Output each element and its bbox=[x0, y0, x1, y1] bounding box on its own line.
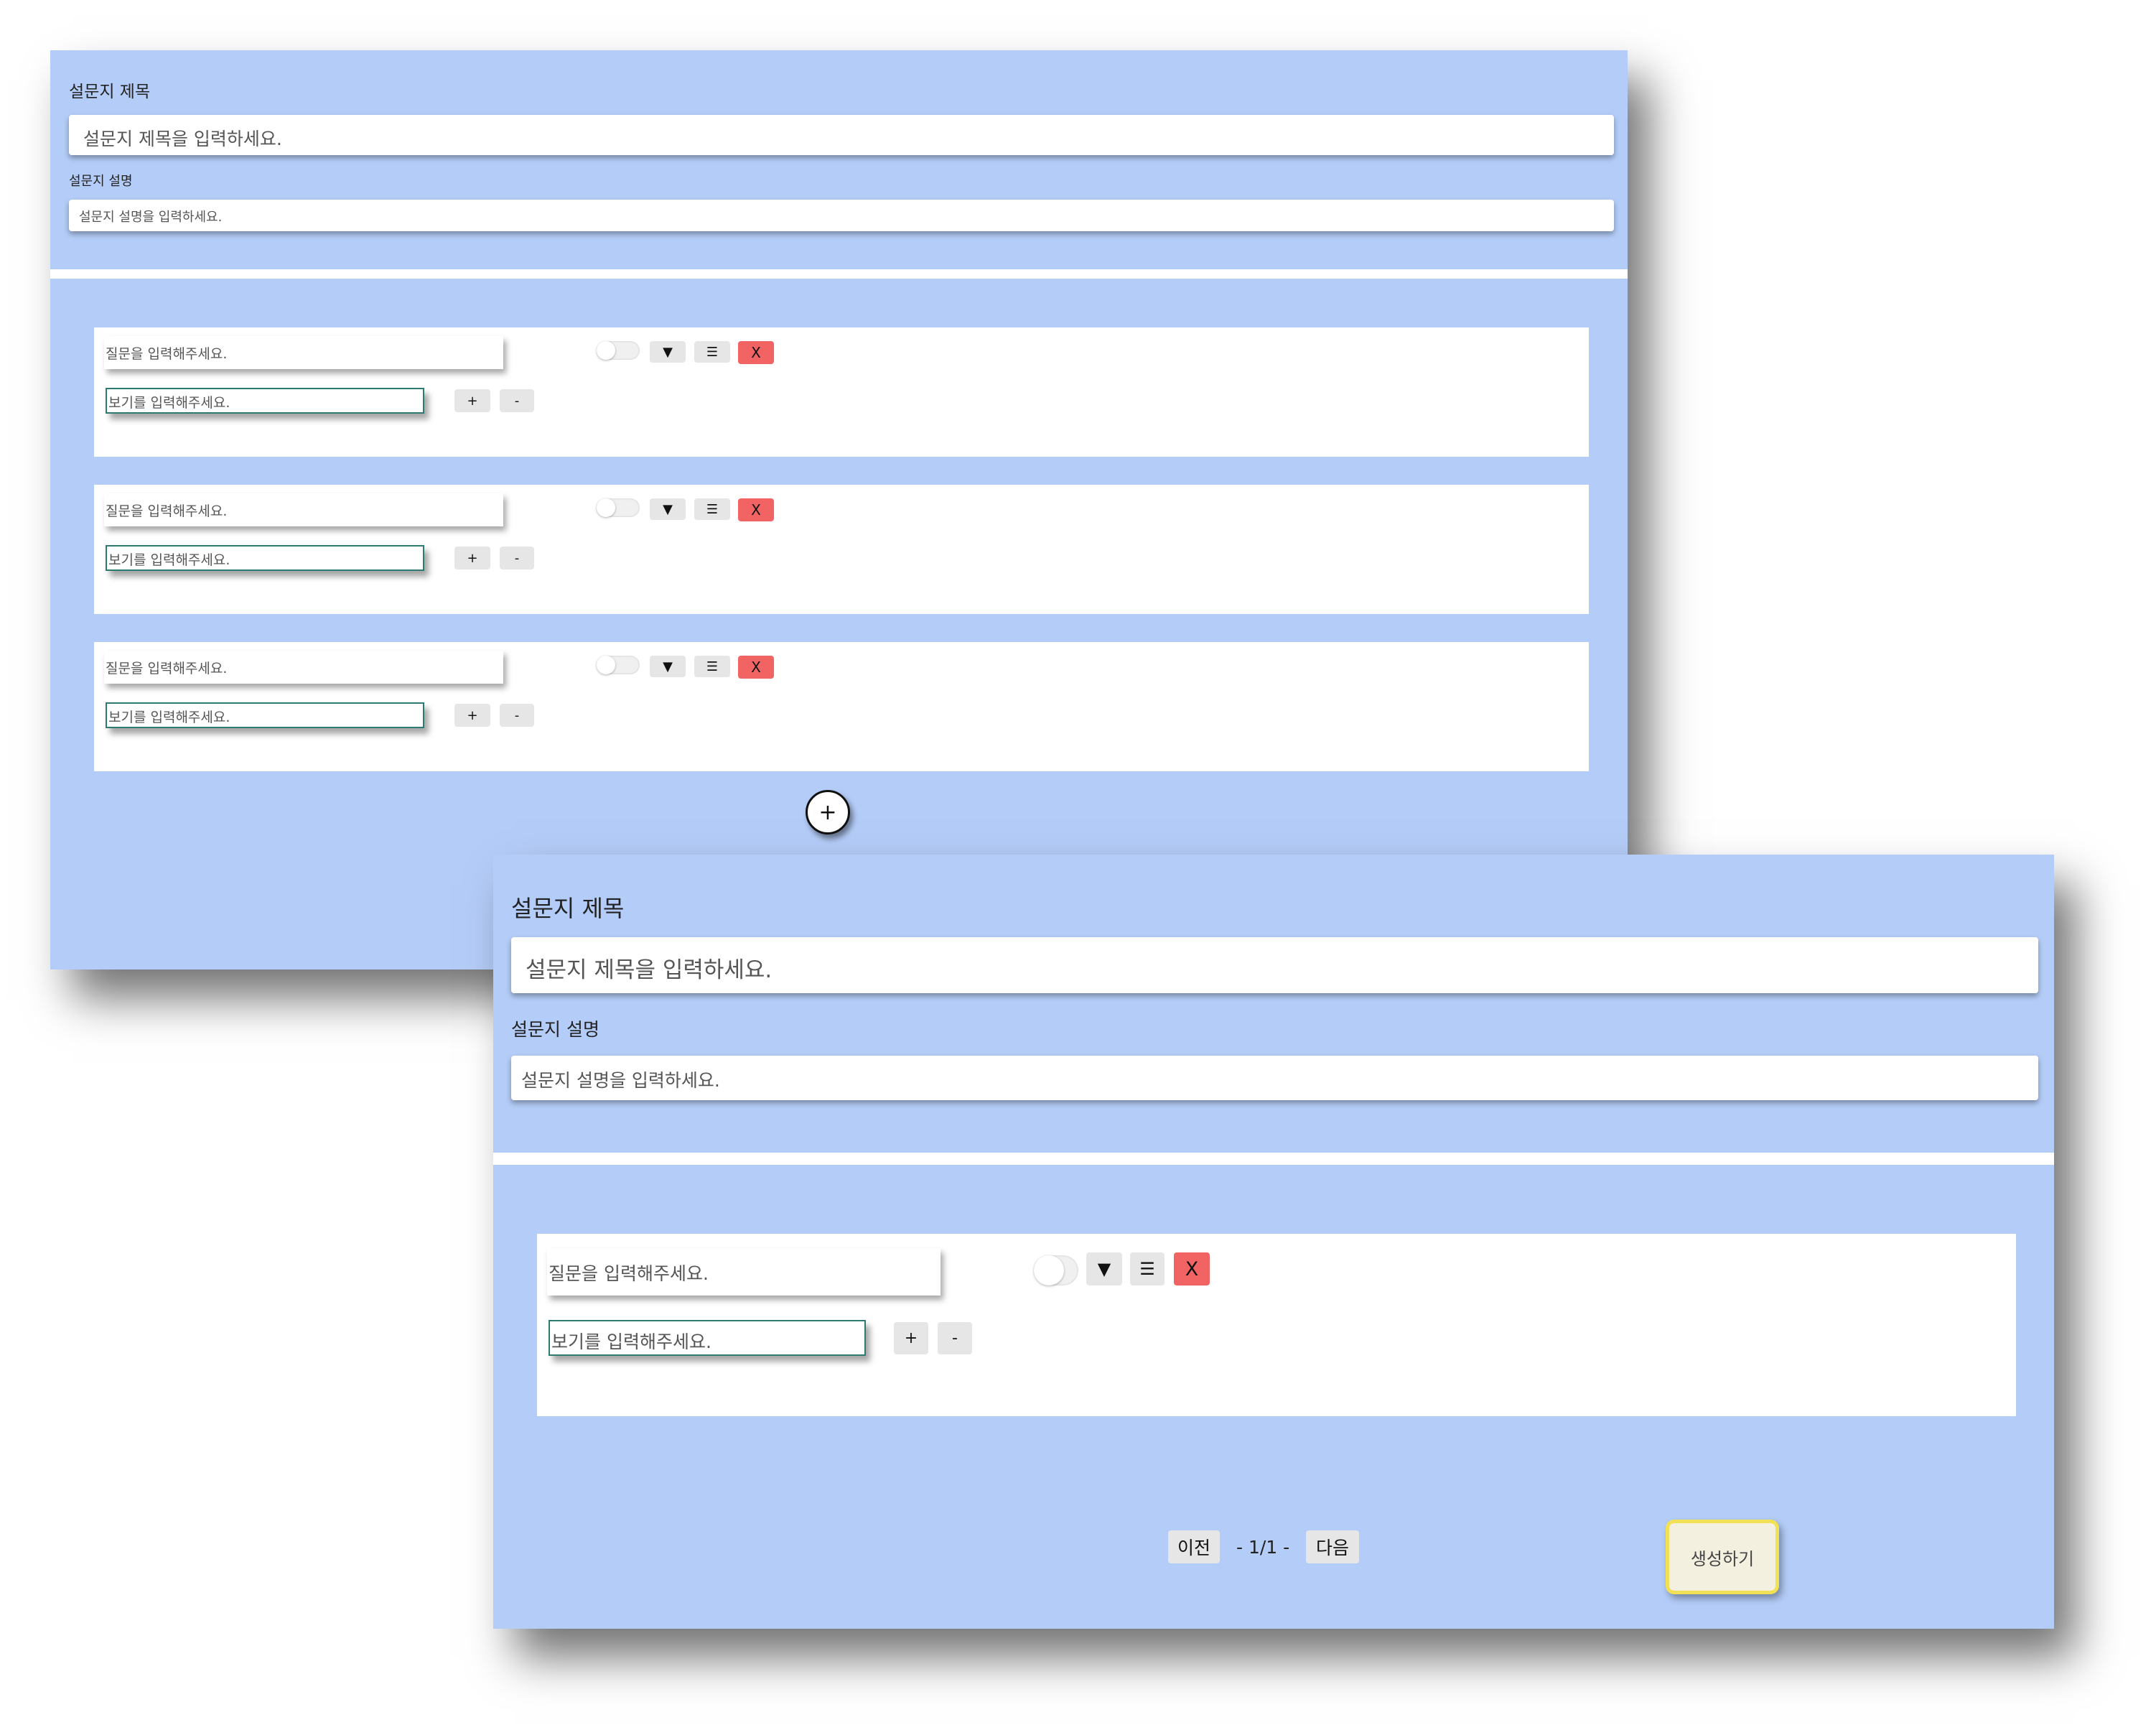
add-option-button[interactable]: + bbox=[454, 704, 490, 727]
add-option-button[interactable]: + bbox=[454, 547, 490, 569]
description-input[interactable]: 설문지 설명을 입력하세요. bbox=[69, 200, 1614, 231]
drag-handle-icon[interactable]: ☰ bbox=[694, 656, 730, 677]
remove-option-button[interactable]: - bbox=[938, 1322, 972, 1354]
delete-question-button[interactable]: X bbox=[738, 656, 774, 679]
toggle-knob bbox=[597, 498, 615, 517]
remove-option-button[interactable]: - bbox=[500, 547, 534, 569]
title-label: 설문지 제목 bbox=[69, 83, 151, 101]
description-label: 설문지 설명 bbox=[69, 174, 133, 189]
required-toggle[interactable] bbox=[597, 341, 640, 360]
title-input[interactable]: 설문지 제목을 입력하세요. bbox=[69, 115, 1614, 155]
title-input[interactable]: 설문지 제목을 입력하세요. bbox=[511, 937, 2038, 993]
drag-handle-icon[interactable]: ☰ bbox=[1130, 1252, 1165, 1285]
question-type-dropdown-icon[interactable]: ▼ bbox=[650, 498, 686, 520]
question-type-dropdown-icon[interactable]: ▼ bbox=[1086, 1252, 1122, 1285]
page-indicator: - 1/1 - bbox=[1236, 1537, 1290, 1558]
question-card: 질문을 입력해주세요. ▼ ☰ X 보기를 입력해주세요. + - bbox=[94, 485, 1589, 614]
delete-question-button[interactable]: X bbox=[738, 341, 774, 364]
question-card: 질문을 입력해주세요. ▼ ☰ X 보기를 입력해주세요. + - bbox=[94, 642, 1589, 771]
survey-editor-window-back: 설문지 제목 설문지 제목을 입력하세요. 설문지 설명 설문지 설명을 입력하… bbox=[50, 50, 1628, 969]
question-type-dropdown-icon[interactable]: ▼ bbox=[650, 341, 686, 363]
delete-question-button[interactable]: X bbox=[738, 498, 774, 521]
question-type-dropdown-icon[interactable]: ▼ bbox=[650, 656, 686, 677]
question-card: 질문을 입력해주세요. ▼ ☰ X 보기를 입력해주세요. + - bbox=[94, 327, 1589, 457]
description-label: 설문지 설명 bbox=[511, 1019, 599, 1040]
question-card: 질문을 입력해주세요. ▼ ☰ X 보기를 입력해주세요. + - bbox=[537, 1234, 2016, 1416]
toggle-knob bbox=[597, 341, 615, 360]
remove-option-button[interactable]: - bbox=[500, 389, 534, 412]
question-input[interactable]: 질문을 입력해주세요. bbox=[104, 336, 503, 369]
option-input[interactable]: 보기를 입력해주세요. bbox=[106, 702, 424, 728]
survey-editor-window-front: 설문지 제목 설문지 제목을 입력하세요. 설문지 설명 설문지 설명을 입력하… bbox=[493, 855, 2054, 1629]
add-question-icon[interactable]: + bbox=[806, 790, 850, 834]
prev-page-button[interactable]: 이전 bbox=[1168, 1530, 1220, 1563]
create-survey-button[interactable]: 생성하기 bbox=[1666, 1520, 1779, 1594]
option-input[interactable]: 보기를 입력해주세요. bbox=[106, 545, 424, 571]
next-page-button[interactable]: 다음 bbox=[1306, 1530, 1359, 1563]
question-input[interactable]: 질문을 입력해주세요. bbox=[547, 1248, 941, 1296]
description-input[interactable]: 설문지 설명을 입력하세요. bbox=[511, 1056, 2038, 1100]
required-toggle[interactable] bbox=[1034, 1255, 1078, 1285]
question-input[interactable]: 질문을 입력해주세요. bbox=[104, 493, 503, 526]
toggle-knob bbox=[597, 656, 615, 674]
delete-question-button[interactable]: X bbox=[1174, 1252, 1210, 1285]
drag-handle-icon[interactable]: ☰ bbox=[694, 341, 730, 363]
option-input[interactable]: 보기를 입력해주세요. bbox=[106, 388, 424, 414]
required-toggle[interactable] bbox=[597, 498, 640, 517]
add-option-button[interactable]: + bbox=[894, 1322, 928, 1354]
toggle-knob bbox=[1034, 1255, 1064, 1285]
add-option-button[interactable]: + bbox=[454, 389, 490, 412]
section-divider bbox=[493, 1153, 2054, 1165]
remove-option-button[interactable]: - bbox=[500, 704, 534, 727]
section-divider bbox=[50, 269, 1628, 279]
title-label: 설문지 제목 bbox=[511, 895, 625, 922]
drag-handle-icon[interactable]: ☰ bbox=[694, 498, 730, 520]
option-input[interactable]: 보기를 입력해주세요. bbox=[549, 1320, 866, 1356]
required-toggle[interactable] bbox=[597, 656, 640, 674]
question-input[interactable]: 질문을 입력해주세요. bbox=[104, 651, 503, 684]
